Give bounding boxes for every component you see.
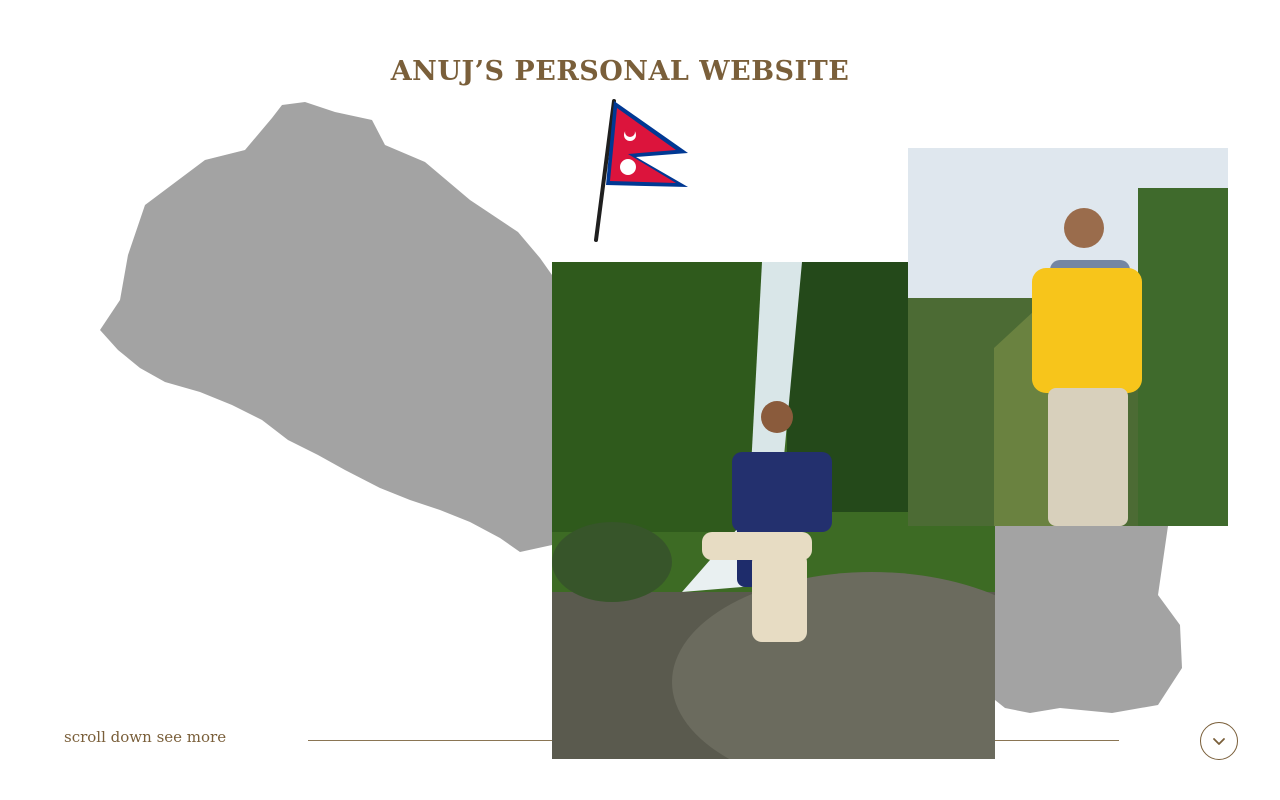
chevron-down-icon xyxy=(1213,738,1225,745)
scroll-hint-text: scroll down see more xyxy=(64,728,227,746)
side-photo xyxy=(908,148,1228,526)
scroll-down-button[interactable] xyxy=(1200,722,1238,760)
footer-divider-right xyxy=(995,740,1119,741)
nepal-flag-icon xyxy=(594,99,688,242)
site-title: ANUJ’S PERSONAL WEBSITE xyxy=(390,56,850,87)
footer-divider-left xyxy=(308,740,552,741)
